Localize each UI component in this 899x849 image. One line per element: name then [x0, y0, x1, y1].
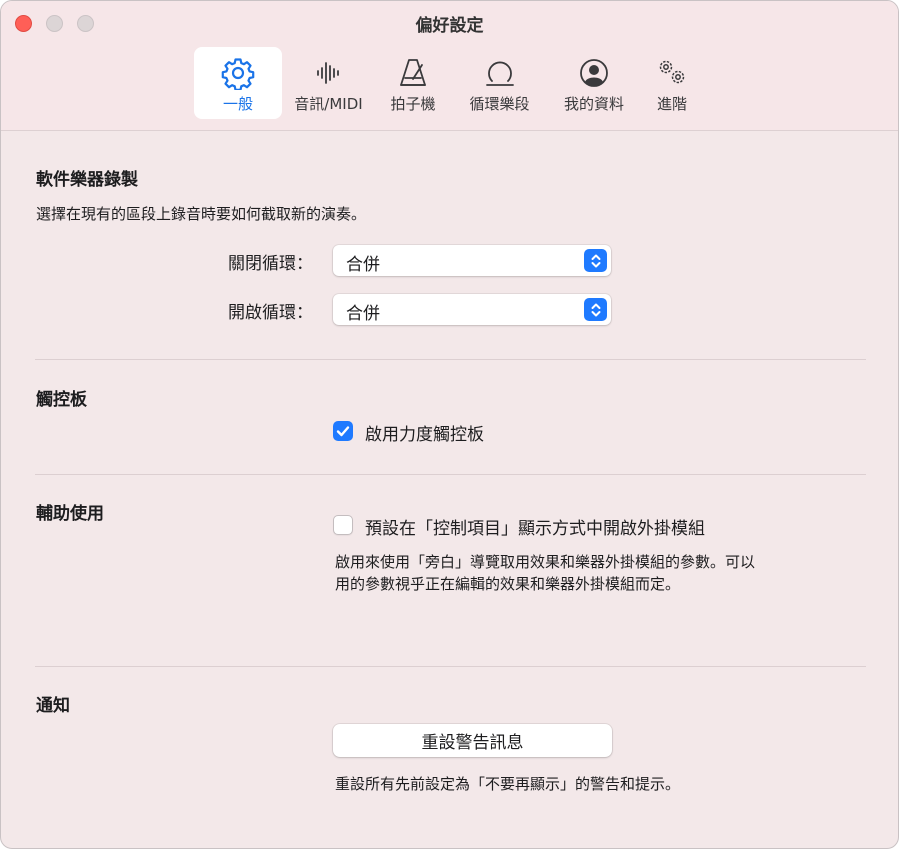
checkmark-icon — [336, 426, 350, 437]
section-title-accessibility: 輔助使用 — [36, 504, 104, 524]
divider — [35, 359, 866, 360]
recording-description: 選擇在現有的區段上錄音時要如何截取新的演奏。 — [36, 205, 367, 223]
cycle-off-value: 合併 — [346, 255, 380, 275]
tab-general[interactable]: 一般 — [194, 47, 282, 119]
metronome-icon — [395, 55, 431, 91]
tab-metronome[interactable]: 拍子機 — [375, 47, 451, 119]
tab-audio-midi[interactable]: 音訊/MIDI — [282, 47, 375, 119]
preferences-window: 偏好設定 一般 音訊/MIDI 拍子機 循環樂段 我的資料 進階 軟件樂器錄製 … — [0, 0, 899, 849]
tab-metronome-label: 拍子機 — [390, 95, 436, 113]
gear-icon — [220, 55, 256, 91]
divider — [35, 666, 866, 667]
chevron-up-down-icon — [584, 249, 607, 272]
force-touch-checkbox[interactable] — [333, 421, 353, 441]
loop-icon — [482, 55, 518, 91]
accessibility-help-line2: 用的參數視乎正在編輯的效果和樂器外掛模組而定。 — [335, 575, 681, 593]
tab-loops-label: 循環樂段 — [469, 95, 530, 113]
tab-general-label: 一般 — [222, 95, 253, 113]
cycle-off-label: 關閉循環： — [228, 254, 313, 274]
tab-loops[interactable]: 循環樂段 — [451, 47, 548, 119]
section-title-touchpad: 觸控板 — [36, 390, 87, 410]
cycle-on-popup[interactable]: 合併 — [333, 294, 611, 325]
preferences-toolbar: 一般 音訊/MIDI 拍子機 循環樂段 我的資料 進階 — [194, 47, 704, 119]
plugin-controls-label: 預設在「控制項目」顯示方式中開啟外掛模組 — [365, 519, 705, 539]
chevron-up-down-icon — [584, 298, 607, 321]
section-title-recording: 軟件樂器錄製 — [36, 170, 138, 190]
title-bar: 偏好設定 一般 音訊/MIDI 拍子機 循環樂段 我的資料 進階 — [1, 1, 898, 131]
gears-icon — [654, 55, 690, 91]
tab-advanced-label: 進階 — [656, 95, 687, 113]
plugin-controls-checkbox[interactable] — [333, 515, 353, 535]
accessibility-help-line1: 啟用來使用「旁白」導覽取用效果和樂器外掛模組的參數。可以 — [335, 553, 756, 571]
tab-my-info-label: 我的資料 — [563, 95, 624, 113]
cycle-off-popup[interactable]: 合併 — [333, 245, 611, 276]
divider — [35, 474, 866, 475]
cycle-on-label: 開啟循環： — [228, 303, 313, 323]
waveform-icon — [311, 55, 347, 91]
tab-advanced[interactable]: 進階 — [640, 47, 704, 119]
cycle-on-value: 合併 — [346, 304, 380, 324]
reset-warnings-button[interactable]: 重設警告訊息 — [333, 724, 612, 757]
section-title-notifications: 通知 — [36, 696, 70, 716]
person-circle-icon — [576, 55, 612, 91]
general-pane: 軟件樂器錄製 選擇在現有的區段上錄音時要如何截取新的演奏。 關閉循環： 合併 開… — [1, 131, 898, 848]
notifications-help: 重設所有先前設定為「不要再顯示」的警告和提示。 — [335, 775, 681, 793]
tab-audio-midi-label: 音訊/MIDI — [294, 95, 363, 113]
window-title: 偏好設定 — [415, 16, 484, 36]
tab-my-info[interactable]: 我的資料 — [548, 47, 640, 119]
force-touch-label: 啟用力度觸控板 — [365, 425, 484, 445]
